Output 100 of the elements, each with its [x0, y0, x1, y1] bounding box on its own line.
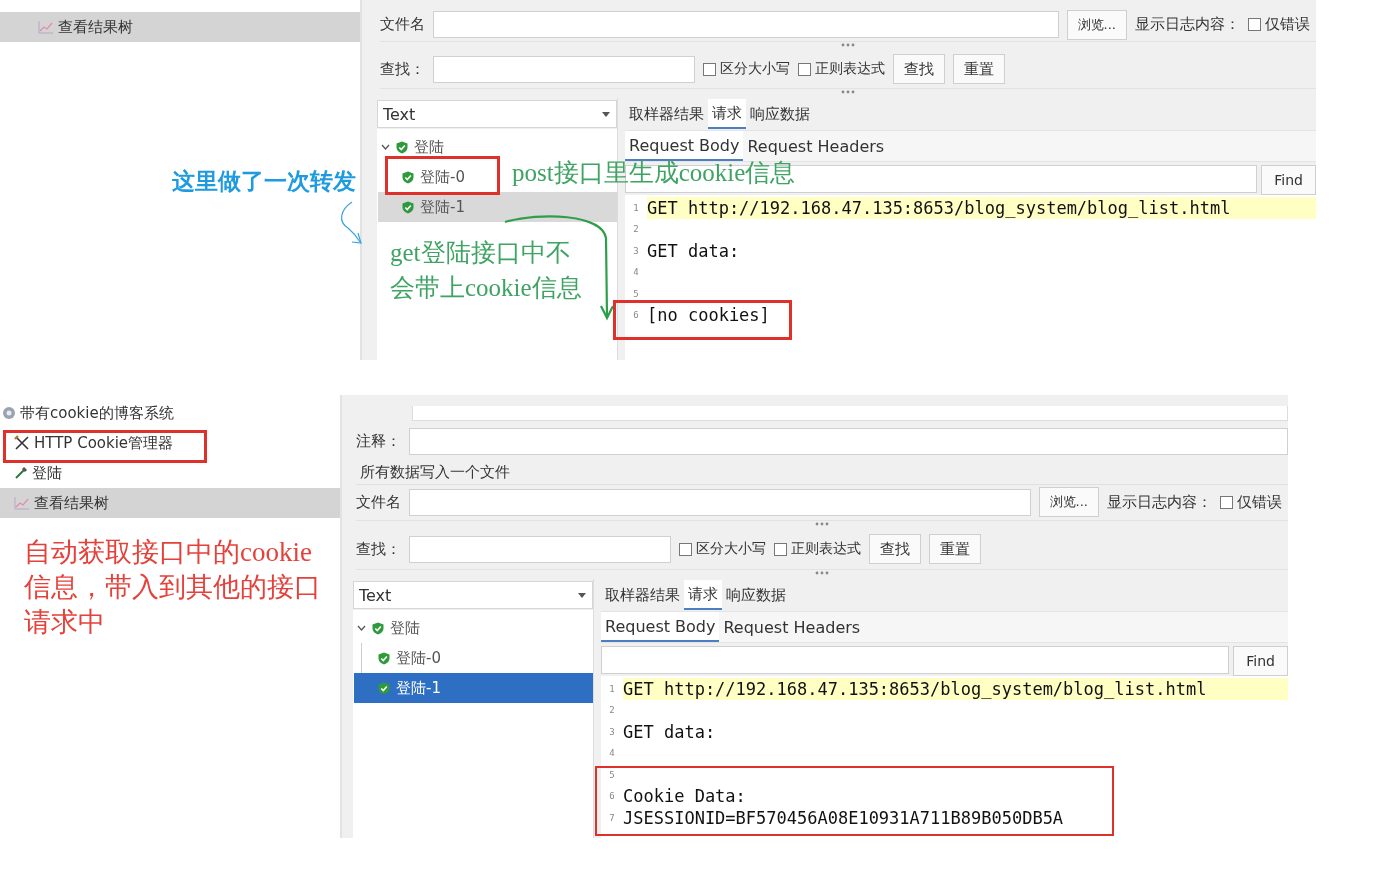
tab[interactable]: 请求	[708, 99, 746, 129]
chart-icon	[14, 496, 30, 510]
find-button[interactable]: Find	[1261, 165, 1316, 195]
line-number: 7	[608, 812, 616, 823]
toolbar-button[interactable]: 重置	[929, 534, 981, 564]
checkbox-label: 正则表达式	[815, 60, 885, 78]
field-label: 查找：	[380, 59, 425, 79]
line-number: 6	[608, 791, 616, 802]
line-number: 3	[608, 726, 616, 737]
line-number: 6	[632, 310, 640, 321]
tab[interactable]: 取样器结果	[625, 99, 708, 129]
tree-item[interactable]: 带有cookie的博客系统	[0, 398, 182, 428]
checkbox-label: 仅错误	[1265, 15, 1310, 34]
tab[interactable]: 请求	[684, 580, 722, 610]
code-line: GET data:	[647, 240, 741, 262]
input-field[interactable]	[409, 488, 1031, 516]
checkbox[interactable]	[1220, 495, 1233, 509]
shield-check-icon	[378, 681, 390, 695]
tree-item[interactable]: HTTP Cookie管理器	[0, 428, 182, 458]
code-line: JSESSIONID=BF570456A08E10931A711B89B050DB5A	[623, 807, 1065, 829]
shield-check-icon	[402, 170, 414, 184]
tab[interactable]: Request Headers	[743, 131, 889, 161]
group-label: 所有数据写入一个文件	[356, 461, 1288, 485]
line-number: 2	[608, 705, 616, 716]
tree-item[interactable]: 登陆-1	[354, 673, 593, 703]
tab[interactable]: Request Headers	[719, 612, 865, 642]
input-field[interactable]	[409, 427, 1288, 455]
tab[interactable]: 取样器结果	[601, 580, 684, 610]
dropdown-value: Text	[359, 585, 392, 605]
field-label: 文件名	[380, 15, 425, 34]
checkbox-label: 仅错误	[1237, 492, 1282, 512]
line-number: 5	[632, 288, 640, 299]
grip-icon	[815, 571, 829, 575]
tab[interactable]: 响应数据	[746, 99, 814, 129]
line-number: 2	[632, 224, 640, 235]
checkbox[interactable]	[798, 62, 811, 76]
toolbar-button[interactable]: 重置	[953, 54, 1005, 84]
pipette-icon	[14, 466, 28, 480]
search-field[interactable]	[433, 55, 695, 83]
browse-button[interactable]: 浏览...	[1038, 487, 1099, 517]
field-label: 显示日志内容：	[1135, 15, 1240, 34]
grip-icon	[841, 90, 855, 94]
search-field[interactable]	[409, 535, 671, 563]
shield-check-icon	[372, 621, 384, 635]
checkbox-label: 正则表达式	[791, 540, 861, 558]
annotation-text: 自动获取接口中的cookie信息，带入到其他的接口请求中	[24, 536, 322, 639]
caret-down-icon	[602, 111, 610, 117]
gear-icon	[2, 406, 16, 420]
input-field[interactable]	[412, 406, 1288, 421]
renderer-dropdown[interactable]: Text	[353, 581, 593, 609]
shield-check-icon	[378, 651, 390, 665]
browse-button[interactable]: 浏览...	[1066, 9, 1127, 40]
renderer-dropdown[interactable]: Text	[377, 100, 617, 128]
tab[interactable]: Request Body	[601, 612, 720, 642]
checkbox[interactable]	[1248, 18, 1261, 31]
tree-item[interactable]: 登陆	[353, 613, 426, 643]
tree-item[interactable]: 查看结果树	[0, 488, 340, 518]
line-number: 4	[608, 748, 616, 759]
chart-icon	[38, 20, 54, 34]
checkbox-label: 区分大小写	[720, 60, 790, 78]
grip-icon	[841, 43, 855, 47]
tree-item[interactable]: 登陆-1	[378, 192, 617, 222]
annotation-text: get登陆接口中不会带上cookie信息	[390, 238, 583, 303]
checkbox[interactable]	[703, 62, 716, 76]
tools-icon	[14, 435, 30, 451]
checkbox-label: 区分大小写	[696, 540, 766, 558]
field-label: 文件名	[356, 492, 401, 512]
tree-item[interactable]: 登陆-0	[354, 643, 447, 673]
field-label: 查找：	[356, 539, 401, 559]
tree-item[interactable]: 查看结果树	[0, 12, 360, 42]
line-number: 5	[608, 769, 616, 780]
field-label: 显示日志内容：	[1107, 492, 1212, 512]
checkbox[interactable]	[679, 542, 692, 556]
line-number: 3	[632, 245, 640, 256]
input-field[interactable]	[433, 11, 1059, 38]
squiggle-arrow	[341, 201, 362, 244]
checkbox[interactable]	[774, 542, 787, 556]
shield-check-icon	[396, 140, 408, 154]
annotation-text: 这里做了一次转发	[172, 167, 356, 196]
search-field[interactable]	[601, 646, 1230, 674]
line-number: 1	[632, 202, 640, 213]
tab[interactable]: 响应数据	[722, 580, 790, 610]
grip-icon	[815, 522, 829, 526]
code-line: GET data:	[623, 721, 717, 743]
field-label: 注释：	[356, 431, 401, 451]
code-line: [no cookies]	[647, 304, 771, 326]
annotation-text: post接口里生成cookie信息	[512, 158, 796, 188]
toolbar-button[interactable]: 查找	[893, 54, 945, 84]
tree-item[interactable]: 登陆	[377, 132, 450, 162]
code-line: Cookie Data:	[623, 785, 747, 807]
find-button[interactable]: Find	[1233, 646, 1288, 676]
shield-check-icon	[402, 200, 414, 214]
line-number: 4	[632, 267, 640, 278]
line-number: 1	[608, 683, 616, 694]
toolbar-button[interactable]: 查找	[869, 534, 921, 564]
tab[interactable]: Request Body	[625, 131, 744, 161]
tree-item[interactable]: 登陆-0	[378, 162, 471, 192]
caret-down-icon	[578, 592, 586, 598]
dropdown-value: Text	[383, 104, 416, 124]
tree-item[interactable]: 登陆	[0, 458, 70, 488]
